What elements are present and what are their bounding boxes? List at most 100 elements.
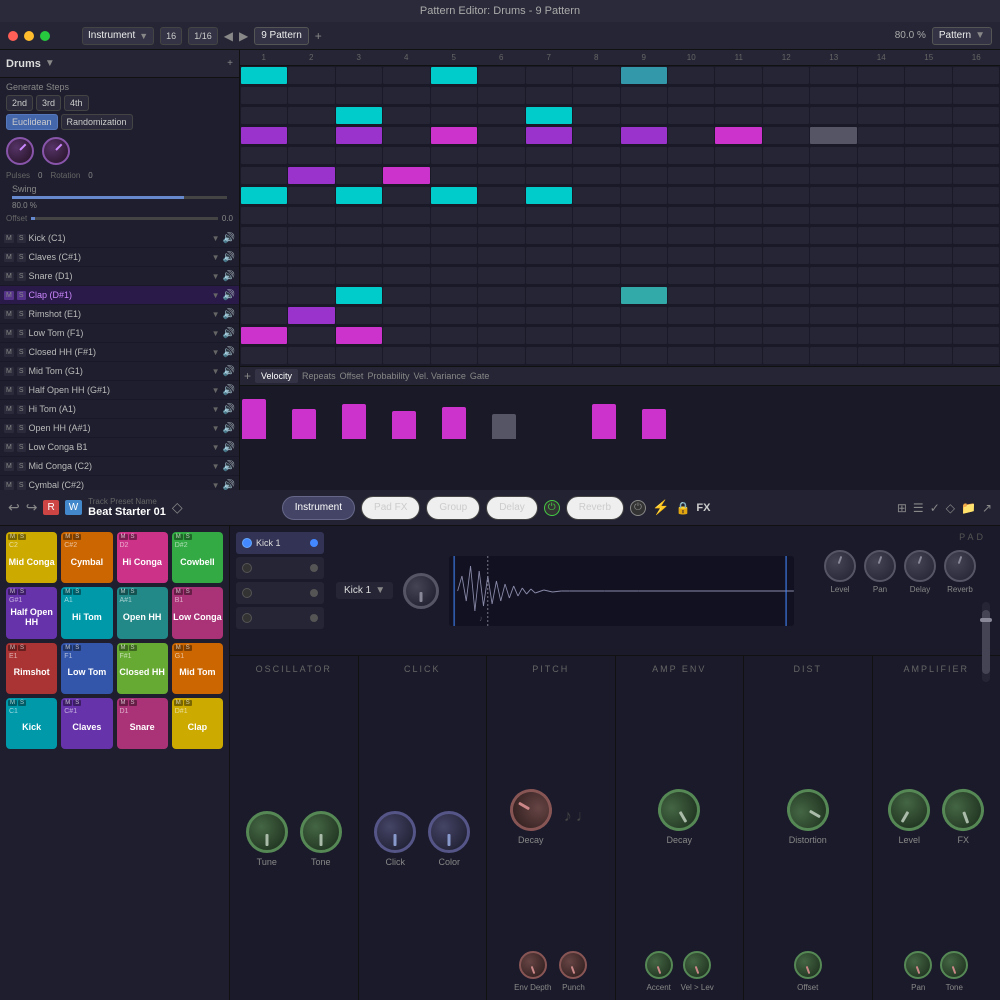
beat-row-clap[interactable]: [240, 126, 1000, 145]
beat-cell[interactable]: [715, 207, 761, 224]
beat-cell[interactable]: [668, 347, 714, 364]
track-row[interactable]: M S Closed HH (F#1) ▼ 🔊: [0, 343, 239, 362]
distortion-knob[interactable]: [779, 781, 836, 838]
beat-cell[interactable]: [336, 107, 382, 124]
pad-mid-conga[interactable]: M S C2 Mid Conga: [6, 532, 57, 583]
beat-cell[interactable]: [668, 227, 714, 244]
mute-btn[interactable]: M: [4, 291, 14, 300]
beat-cell[interactable]: [478, 267, 524, 284]
beat-cell[interactable]: [621, 327, 667, 344]
beat-cell[interactable]: [288, 307, 334, 324]
beat-cell[interactable]: [526, 287, 572, 304]
beat-row-rimshot[interactable]: [240, 146, 1000, 165]
lock-icon[interactable]: 🔒: [675, 501, 690, 515]
beat-cell[interactable]: [288, 327, 334, 344]
r-btn[interactable]: R: [43, 500, 58, 515]
vel-bar[interactable]: [242, 399, 266, 439]
pad-cymbal[interactable]: M S C#2 Cymbal: [61, 532, 112, 583]
beat-cell[interactable]: [858, 327, 904, 344]
beat-cell[interactable]: [478, 207, 524, 224]
beat-cell[interactable]: [478, 287, 524, 304]
mute-btn[interactable]: M: [4, 386, 14, 395]
beat-cell[interactable]: [810, 347, 856, 364]
beat-cell[interactable]: [905, 207, 951, 224]
repeats-tab[interactable]: Repeats: [302, 371, 336, 381]
beat-cell[interactable]: [383, 227, 429, 244]
delay-knob[interactable]: [904, 550, 936, 582]
grid-view-icon[interactable]: ⊞: [897, 501, 907, 515]
list-view-icon[interactable]: ☰: [913, 501, 924, 515]
color-knob[interactable]: [428, 811, 470, 853]
beat-cell[interactable]: [573, 207, 619, 224]
close-btn[interactable]: [8, 31, 18, 41]
beat-cell[interactable]: [810, 307, 856, 324]
beat-cell[interactable]: [905, 167, 951, 184]
beat-cell[interactable]: [431, 327, 477, 344]
beat-cell[interactable]: [383, 247, 429, 264]
solo-btn[interactable]: S: [17, 367, 26, 376]
beat-cell[interactable]: [573, 187, 619, 204]
beat-cell[interactable]: [288, 127, 334, 144]
beat-cell[interactable]: [858, 107, 904, 124]
pad-cowbell[interactable]: M S D#2 Cowbell: [172, 532, 223, 583]
beat-cell[interactable]: [241, 167, 287, 184]
punch-knob[interactable]: [559, 951, 587, 979]
speaker-icon[interactable]: 🔊: [223, 290, 235, 301]
sample-slot-4[interactable]: [236, 607, 324, 629]
solo-btn[interactable]: S: [17, 462, 26, 471]
mute-btn[interactable]: M: [4, 253, 14, 262]
beat-cell[interactable]: [288, 87, 334, 104]
track-row[interactable]: M S Half Open HH (G#1) ▼ 🔊: [0, 381, 239, 400]
beat-cell[interactable]: [431, 87, 477, 104]
mute-btn[interactable]: M: [4, 481, 14, 490]
beat-cell[interactable]: [336, 187, 382, 204]
pitch-decay-knob[interactable]: [502, 781, 559, 838]
beat-cell[interactable]: [953, 67, 999, 84]
beat-cell[interactable]: [715, 247, 761, 264]
amp-fx-knob[interactable]: [936, 783, 990, 837]
speaker-icon[interactable]: 🔊: [223, 442, 235, 453]
pad-claves[interactable]: M S C#1 Claves: [61, 698, 112, 749]
beat-row-halfopenhh[interactable]: [240, 226, 1000, 245]
beat-cell[interactable]: [763, 67, 809, 84]
beat-cell[interactable]: [336, 87, 382, 104]
beat-cell[interactable]: [383, 147, 429, 164]
undo-btn[interactable]: ↩: [8, 499, 20, 516]
beat-cell[interactable]: [858, 67, 904, 84]
speaker-icon[interactable]: 🔊: [223, 366, 235, 377]
beat-cell[interactable]: [431, 207, 477, 224]
sample-slot-2[interactable]: [236, 557, 324, 579]
beat-cell[interactable]: [858, 347, 904, 364]
beat-cell[interactable]: [858, 227, 904, 244]
solo-btn[interactable]: S: [17, 386, 26, 395]
amp-pan-knob[interactable]: [904, 951, 932, 979]
beat-cell[interactable]: [763, 127, 809, 144]
beat-row-kick[interactable]: [240, 66, 1000, 85]
beat-cell[interactable]: [668, 207, 714, 224]
amp-level-knob[interactable]: [881, 781, 938, 838]
beat-cell[interactable]: [763, 187, 809, 204]
beat-cell[interactable]: [431, 107, 477, 124]
vel-bar[interactable]: [392, 411, 416, 439]
beat-cell[interactable]: [526, 307, 572, 324]
beat-cell[interactable]: [810, 67, 856, 84]
beat-cell[interactable]: [526, 207, 572, 224]
beat-cell[interactable]: [573, 227, 619, 244]
vel-bar[interactable]: [342, 404, 366, 439]
track-row[interactable]: M S Hi Tom (A1) ▼ 🔊: [0, 400, 239, 419]
beat-cell[interactable]: [573, 107, 619, 124]
beat-cell[interactable]: [763, 207, 809, 224]
beat-cell[interactable]: [431, 247, 477, 264]
4th-btn[interactable]: 4th: [64, 95, 89, 111]
beat-cell[interactable]: [668, 247, 714, 264]
beat-cell[interactable]: [288, 227, 334, 244]
velocity-tab[interactable]: Velocity: [255, 369, 298, 383]
beat-cell[interactable]: [858, 187, 904, 204]
arrow-right-icon[interactable]: ▶: [239, 29, 248, 43]
beat-cell[interactable]: [715, 67, 761, 84]
beat-cell[interactable]: [763, 227, 809, 244]
beat-cell[interactable]: [858, 147, 904, 164]
solo-btn[interactable]: S: [17, 291, 26, 300]
beat-cell[interactable]: [288, 167, 334, 184]
speaker-icon[interactable]: 🔊: [223, 271, 235, 282]
